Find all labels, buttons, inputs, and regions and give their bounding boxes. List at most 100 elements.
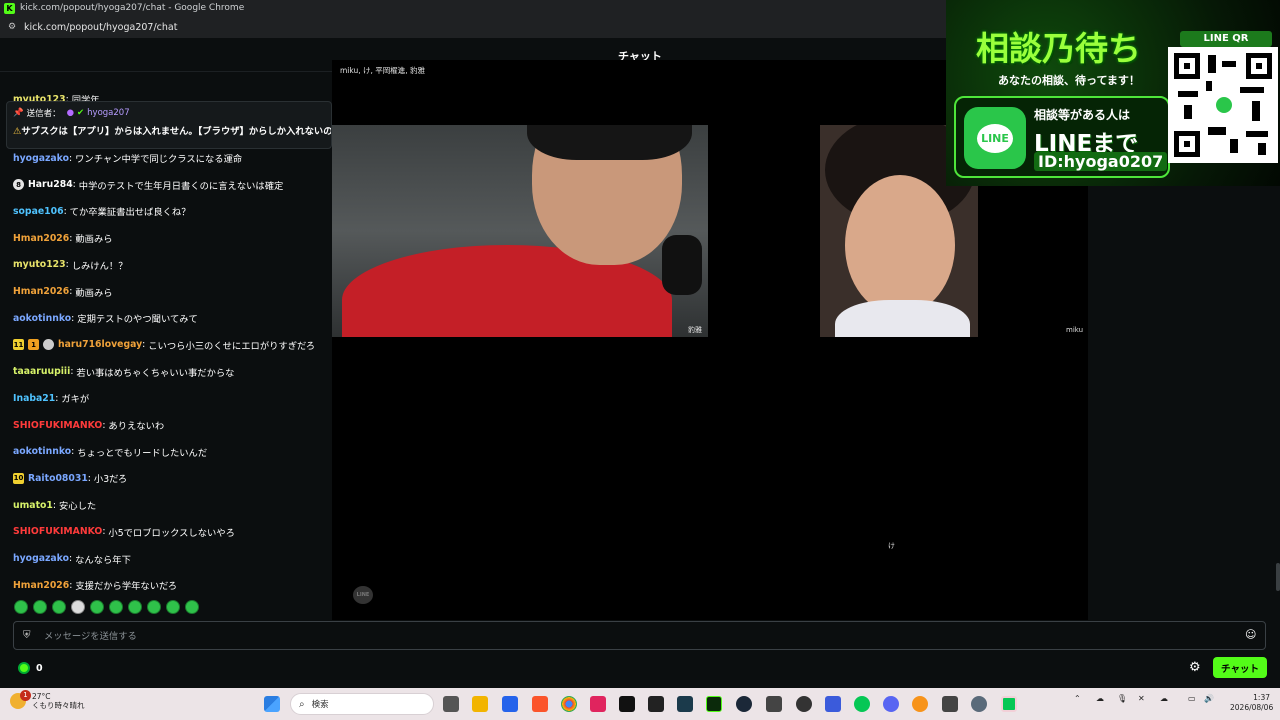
chat-username[interactable]: haru716lovegay: [58, 339, 142, 350]
pinned-message[interactable]: 📌 送信者： ● ✔ hyoga207 ⚠サブスクは【アプリ】からは入れません。…: [6, 101, 332, 149]
line-active-icon[interactable]: [1001, 696, 1017, 712]
close-icon[interactable]: ✕: [1138, 694, 1145, 703]
camera-label-right: miku: [1066, 326, 1084, 334]
taskbar-clock[interactable]: 1:37 2026/08/06: [1230, 693, 1273, 713]
ad-card-line1: 相談等がある人は: [1034, 108, 1131, 122]
pinned-sender[interactable]: hyoga207: [87, 108, 129, 118]
user-badge-icon[interactable]: 10: [13, 472, 24, 484]
chat-username[interactable]: aokotinnko: [13, 446, 71, 457]
chat-username[interactable]: hyogazako: [13, 553, 69, 564]
chrome-icon[interactable]: [561, 696, 577, 712]
app-icon-gray[interactable]: [766, 696, 782, 712]
user-badge-icon[interactable]: [43, 339, 54, 351]
chat-text: 定期テストのやつ聞いてみて: [77, 314, 198, 326]
line-icon[interactable]: [854, 696, 870, 712]
app-icon-tv[interactable]: [590, 696, 606, 712]
app-icon-orange[interactable]: [912, 696, 928, 712]
cloud-icon[interactable]: ☁: [1096, 694, 1104, 703]
person-hair: [527, 125, 692, 160]
shield-icon[interactable]: ⛨: [23, 630, 34, 641]
onedrive-icon[interactable]: ☁: [1160, 694, 1168, 703]
pinned-text-row: ⚠サブスクは【アプリ】からは入れません。【ブラウザ】からしか入れないので: [13, 123, 331, 137]
chat-username[interactable]: SHIOFUKIMANKO: [13, 420, 102, 431]
tiktok-icon[interactable]: [619, 696, 635, 712]
camera-label-bottom: け: [888, 542, 895, 550]
camera-label-left: 豹雅: [688, 326, 702, 334]
chat-username[interactable]: Hman2026: [13, 286, 69, 297]
chat-message: aokotinnko: ちょっとでもリードしたいんだ: [13, 446, 208, 459]
chevron-up-icon[interactable]: ⌃: [1074, 694, 1081, 703]
weather-widget[interactable]: 1 27°C くもり時々晴れ: [10, 690, 85, 710]
chat-input-box[interactable]: ⛨ ☺: [13, 621, 1266, 650]
qr-label: LINE QR: [1180, 31, 1272, 47]
emote-icon[interactable]: [147, 600, 161, 614]
pinned-header: 📌 送信者： ● ✔ hyoga207: [13, 107, 130, 119]
emote-icon[interactable]: [33, 600, 47, 614]
send-chat-button[interactable]: チャット: [1213, 657, 1267, 678]
chat-username[interactable]: myuto123: [13, 259, 66, 270]
site-info-icon[interactable]: ⚙: [8, 22, 18, 32]
taskbar-search[interactable]: ⌕ 検索: [290, 693, 434, 715]
chat-text: 中学のテストで生年月日書くのに言えないは確定: [78, 180, 284, 192]
verified-icon: ✔: [77, 108, 85, 118]
chat-message: myuto123: しみけん！？: [13, 259, 128, 272]
chat-username[interactable]: hyogazako: [13, 153, 69, 164]
weather-desc: くもり時々晴れ: [32, 701, 85, 710]
steam-icon[interactable]: [736, 696, 752, 712]
display-icon[interactable]: ▭: [1188, 694, 1196, 703]
emoji-icon[interactable]: ☺: [1245, 629, 1257, 641]
emote-icon[interactable]: [71, 600, 85, 614]
brave-browser-icon[interactable]: [532, 696, 548, 712]
emote-icon[interactable]: [90, 600, 104, 614]
user-badge-icon[interactable]: 8: [13, 179, 24, 191]
gear-icon[interactable]: ⚙: [1189, 661, 1203, 675]
search-icon: ⌕: [299, 698, 305, 710]
discord-icon[interactable]: [883, 696, 899, 712]
user-badge-icon[interactable]: 1: [28, 339, 39, 351]
chat-message-input[interactable]: [44, 627, 1224, 645]
settings-icon[interactable]: [971, 696, 987, 712]
chat-username[interactable]: Inaba21: [13, 393, 55, 404]
scrollbar-thumb[interactable]: [1276, 563, 1280, 591]
app-icon-blue[interactable]: [677, 696, 693, 712]
chat-username[interactable]: sopae106: [13, 206, 64, 217]
chat-username[interactable]: taaaruupiii: [13, 366, 70, 377]
emote-icon[interactable]: [109, 600, 123, 614]
chat-message-list[interactable]: myuto123: 同学年 hyogazako: ワンチャン中学で同じクラスにな…: [0, 88, 330, 598]
chat-text: なんなら年下: [75, 554, 131, 566]
pinned-text: サブスクは【アプリ】からは入れません。【ブラウザ】からしか入れないので: [21, 126, 331, 137]
chat-username[interactable]: SHIOFUKIMANKO: [13, 526, 102, 537]
chat-username[interactable]: Raito08031: [28, 473, 88, 484]
app-icon-photo[interactable]: [942, 696, 958, 712]
chat-message: SHIOFUKIMANKO: 小5でロブロックスしないやろ: [13, 526, 235, 539]
file-explorer-icon[interactable]: [472, 696, 488, 712]
app-icon[interactable]: [502, 696, 518, 712]
app-icon-circle[interactable]: [796, 696, 812, 712]
chat-username[interactable]: Haru284: [28, 179, 73, 190]
emote-icon[interactable]: [166, 600, 180, 614]
chat-message: 11 1 haru716lovegay: こいつら小三のくせにエロがりすぎだろ: [13, 339, 316, 352]
speaker-icon[interactable]: 🔊: [1204, 694, 1214, 703]
kick-app-icon[interactable]: [706, 696, 722, 712]
chat-text: 安心した: [58, 501, 97, 513]
user-badge-icon[interactable]: 11: [13, 339, 24, 351]
mic-tray-icon[interactable]: 🎙: [1117, 694, 1127, 703]
windows-start-icon[interactable]: [264, 696, 280, 712]
emote-icon[interactable]: [128, 600, 142, 614]
emote-icon[interactable]: [52, 600, 66, 614]
app-icon-dark[interactable]: [648, 696, 664, 712]
emote-icon[interactable]: [185, 600, 199, 614]
chat-username[interactable]: aokotinnko: [13, 313, 71, 324]
qr-code-icon: [1168, 47, 1278, 163]
chat-message: SHIOFUKIMANKO: ありえないわ: [13, 419, 165, 433]
channel-points[interactable]: 0: [18, 662, 43, 674]
url-text[interactable]: kick.com/popout/hyoga207/chat: [24, 22, 177, 33]
chat-username[interactable]: Hman2026: [13, 233, 69, 244]
app-icon-star[interactable]: [825, 696, 841, 712]
chat-username[interactable]: Hman2026: [13, 580, 69, 591]
emote-icon[interactable]: [14, 600, 28, 614]
task-view-icon[interactable]: [443, 696, 459, 712]
child-face: [845, 175, 955, 315]
chat-username[interactable]: umato1: [13, 500, 53, 511]
windows-taskbar: 1 27°C くもり時々晴れ ⌕ 検索 ⌃ ☁ 🎙 ✕ ☁ ▭ 🔊 1:37 2…: [0, 688, 1280, 720]
